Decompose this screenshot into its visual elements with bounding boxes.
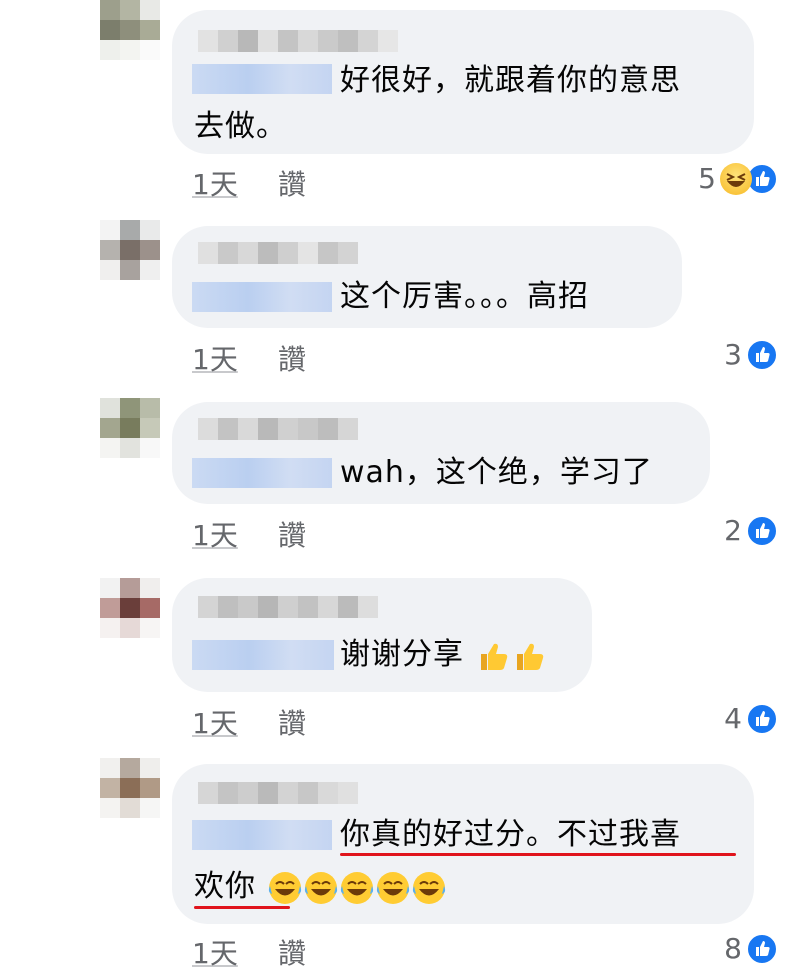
author-name-blurred[interactable] bbox=[198, 418, 358, 440]
avatar[interactable] bbox=[100, 758, 160, 818]
comment-bubble: 好很好，就跟着你的意思 去做。 bbox=[172, 10, 754, 154]
like-icon bbox=[746, 338, 778, 371]
mention-tag-blurred[interactable] bbox=[192, 64, 332, 94]
comment-bubble: 谢谢分享 bbox=[172, 578, 592, 692]
comment-text: wah，这个绝，学习了 bbox=[340, 455, 653, 490]
avatar[interactable] bbox=[100, 220, 160, 280]
reaction-count: 2 bbox=[724, 514, 742, 547]
like-button[interactable]: 讚 bbox=[278, 514, 306, 554]
like-icon bbox=[746, 702, 778, 735]
avatar[interactable] bbox=[100, 398, 160, 458]
comment-bubble: wah，这个绝，学习了 bbox=[172, 402, 710, 504]
timestamp-link[interactable]: 1天 bbox=[192, 702, 238, 742]
reaction-summary[interactable]: 2 bbox=[724, 514, 778, 547]
avatar[interactable] bbox=[100, 578, 160, 638]
reaction-summary[interactable]: 8 bbox=[724, 932, 778, 965]
author-name-blurred[interactable] bbox=[198, 30, 398, 52]
haha-icon bbox=[720, 162, 752, 195]
comment-text: 好很好，就跟着你的意思 bbox=[340, 63, 681, 98]
mention-tag-blurred[interactable] bbox=[192, 640, 334, 670]
tears-of-joy-icon bbox=[412, 871, 445, 904]
tears-of-joy-icon bbox=[376, 871, 409, 904]
comment-text: 谢谢分享 bbox=[340, 630, 547, 680]
reaction-summary[interactable]: 5 bbox=[698, 162, 778, 195]
red-underline-annotation bbox=[194, 906, 290, 909]
comment-bubble: 这个厉害。。。高招 bbox=[172, 226, 682, 328]
thumbs-up-icon bbox=[480, 643, 507, 670]
timestamp-link[interactable]: 1天 bbox=[192, 932, 238, 972]
comment-bubble: 你真的好过分。不过我喜 欢你 bbox=[172, 764, 754, 924]
comment-text: 去做。 bbox=[194, 109, 287, 144]
author-name-blurred[interactable] bbox=[198, 782, 358, 804]
tears-of-joy-icon bbox=[268, 871, 301, 904]
timestamp-link[interactable]: 1天 bbox=[192, 163, 238, 203]
reaction-count: 4 bbox=[724, 702, 742, 735]
comment-text-body: 谢谢分享 bbox=[340, 637, 464, 672]
avatar[interactable] bbox=[100, 0, 160, 60]
comment-text: 这个厉害。。。高招 bbox=[340, 279, 589, 314]
reaction-summary[interactable]: 3 bbox=[724, 338, 778, 371]
author-name-blurred[interactable] bbox=[198, 596, 378, 618]
mention-tag-blurred[interactable] bbox=[192, 820, 332, 850]
reaction-count: 8 bbox=[724, 932, 742, 965]
thumbs-up-icon bbox=[516, 643, 543, 670]
tears-of-joy-icon bbox=[304, 871, 337, 904]
comment-text-body: 欢你 bbox=[194, 869, 256, 904]
timestamp-link[interactable]: 1天 bbox=[192, 338, 238, 378]
like-icon bbox=[746, 514, 778, 547]
like-icon bbox=[746, 932, 778, 965]
mention-tag-blurred[interactable] bbox=[192, 282, 332, 312]
like-button[interactable]: 讚 bbox=[278, 338, 306, 378]
like-button[interactable]: 讚 bbox=[278, 932, 306, 972]
like-button[interactable]: 讚 bbox=[278, 163, 306, 203]
author-name-blurred[interactable] bbox=[198, 242, 358, 264]
red-underline-annotation bbox=[340, 853, 736, 856]
mention-tag-blurred[interactable] bbox=[192, 458, 332, 488]
tears-of-joy-icon bbox=[340, 871, 373, 904]
comment-text: 欢你 bbox=[194, 862, 447, 912]
like-button[interactable]: 讚 bbox=[278, 702, 306, 742]
reaction-count: 3 bbox=[724, 338, 742, 371]
reaction-count: 5 bbox=[698, 162, 716, 195]
timestamp-link[interactable]: 1天 bbox=[192, 514, 238, 554]
reaction-summary[interactable]: 4 bbox=[724, 702, 778, 735]
